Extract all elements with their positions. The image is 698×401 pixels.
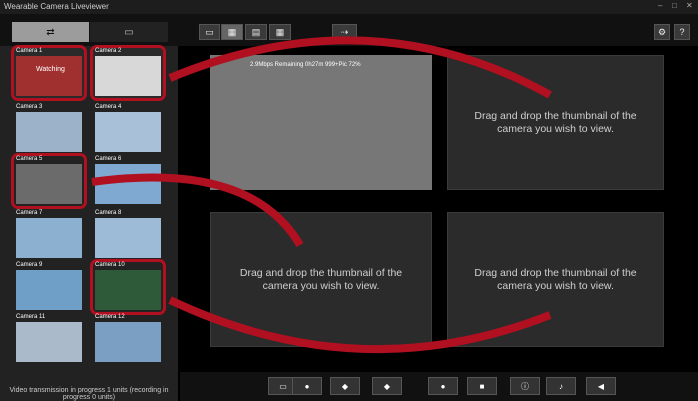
camera-slot-4[interactable]: Drag and drop the thumbnail of the camer… [447,212,664,347]
transfer-button[interactable]: ⇢ [332,24,357,40]
close-button[interactable]: ✕ [686,1,693,10]
title-bar: Wearable Camera Liveviewer – □ ✕ [0,0,698,14]
tab-cameras[interactable]: ⇄ [12,22,89,42]
camera-tile-6[interactable]: Camera 6 [93,156,163,206]
camera-1-thumbnail [16,56,82,96]
camera-slot-2[interactable]: Drag and drop the thumbnail of the camer… [447,55,664,190]
camera-tile-10[interactable]: Camera 10 [90,259,166,315]
settings-button[interactable]: ⚙ [654,24,670,40]
bottom-button-5[interactable]: ● [428,377,458,395]
layout-1-button[interactable]: ▭ [199,24,220,40]
layout-9-button[interactable]: ▤ [245,24,267,40]
bottom-button-7[interactable]: ⓘ [510,377,540,395]
camera-9-thumbnail [16,270,82,310]
camera-4-thumbnail [95,112,161,152]
camera-tile-11[interactable]: Camera 11 [14,314,84,364]
layout-4-button[interactable]: ▦ [221,24,243,40]
camera-2-thumbnail [95,56,161,96]
bottom-button-3[interactable]: ◆ [330,377,360,395]
camera-10-thumbnail [95,270,161,310]
transmission-status: Video transmission in progress 1 units (… [9,387,169,401]
live-video-panel[interactable] [210,55,432,190]
bottom-button-8[interactable]: ♪ [546,377,576,395]
camera-tile-12[interactable]: Camera 12 [93,314,163,364]
camera-7-thumbnail [16,218,82,258]
camera-tile-5[interactable]: Camera 5 [11,153,87,209]
tab-folder[interactable]: ▭ [90,22,168,42]
camera-tile-8[interactable]: Camera 8 [93,210,163,260]
camera-slot-3[interactable]: Drag and drop the thumbnail of the camer… [210,212,432,347]
camera-tile-1[interactable]: Camera 1 Watching [11,45,87,101]
video-status-bar: 2.9Mbps Remaining 0h27m 999+Pic 72% [250,62,361,68]
camera-tile-9[interactable]: Camera 9 [14,262,84,312]
camera-8-thumbnail [95,218,161,258]
maximize-button[interactable]: □ [672,1,677,10]
watching-label: Watching [36,66,65,73]
layout-16-button[interactable]: ▦ [269,24,291,40]
help-button[interactable]: ? [674,24,690,40]
camera-11-thumbnail [16,322,82,362]
bottom-button-9[interactable]: ◀ [586,377,616,395]
camera-6-thumbnail [95,164,161,204]
bottom-button-2[interactable]: ● [292,377,322,395]
bottom-button-6[interactable]: ■ [467,377,497,395]
minimize-button[interactable]: – [658,1,662,10]
camera-tile-3[interactable]: Camera 3 [14,104,84,154]
camera-5-thumbnail [16,164,82,204]
window-title: Wearable Camera Liveviewer [4,2,109,11]
camera-tile-2[interactable]: Camera 2 [90,45,166,101]
bottom-button-4[interactable]: ◆ [372,377,402,395]
camera-12-thumbnail [95,322,161,362]
camera-3-thumbnail [16,112,82,152]
camera-tile-4[interactable]: Camera 4 [93,104,163,154]
camera-tile-7[interactable]: Camera 7 [14,210,84,260]
